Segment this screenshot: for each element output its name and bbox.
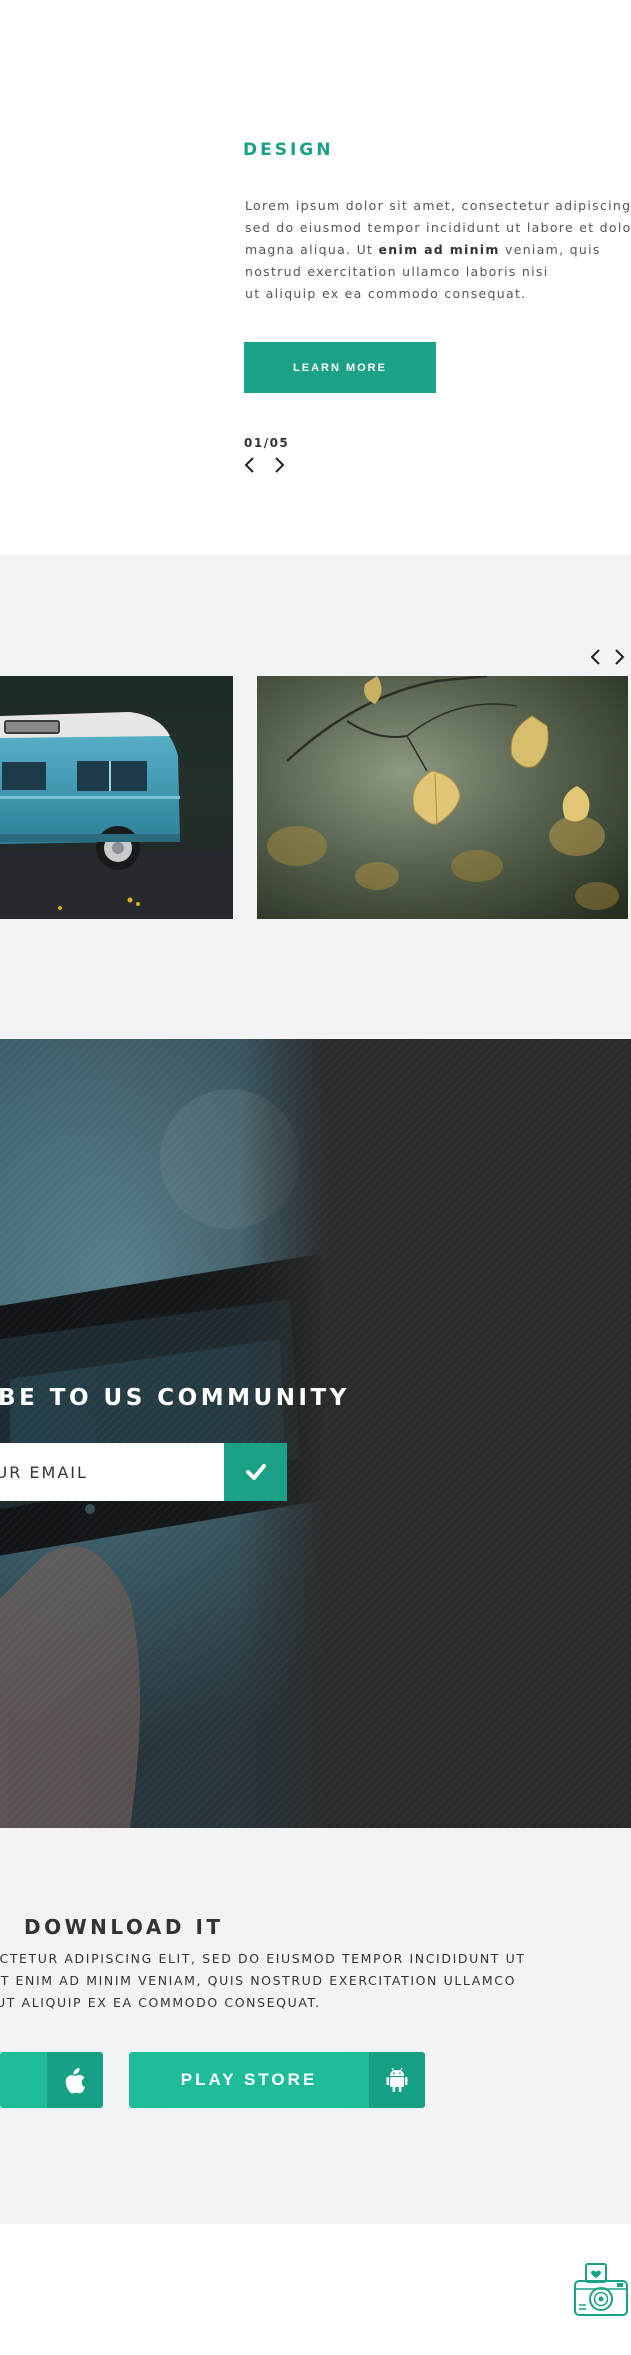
gallery-next-arrow[interactable] bbox=[612, 647, 628, 667]
subscribe-form bbox=[0, 1443, 287, 1501]
bold-text: enim ad minim bbox=[378, 242, 500, 257]
apple-icon bbox=[65, 2068, 85, 2094]
design-section: DESIGN Lorem ipsum dolor sit amet, conse… bbox=[0, 0, 631, 555]
chevron-right-icon bbox=[615, 649, 625, 665]
play-store-button[interactable]: PLAY STORE bbox=[129, 2052, 425, 2108]
slide-counter: 01/05 bbox=[244, 436, 290, 450]
text-fragment: magna aliqua. Ut bbox=[245, 242, 379, 257]
prev-slide-arrow[interactable] bbox=[241, 455, 257, 475]
play-store-label: PLAY STORE bbox=[129, 2052, 369, 2108]
van-image bbox=[0, 676, 233, 919]
design-description: Lorem ipsum dolor sit amet, consectetur … bbox=[245, 195, 631, 305]
gallery-prev-arrow[interactable] bbox=[587, 647, 603, 667]
chevron-right-icon bbox=[275, 457, 285, 473]
download-description: ECTETUR ADIPISCING ELIT, SED DO EIUSMOD … bbox=[0, 1948, 550, 2014]
app-store-label bbox=[0, 2052, 47, 2108]
leaves-image bbox=[257, 676, 628, 919]
learn-more-button[interactable]: LEARN MORE bbox=[244, 342, 436, 393]
footer-section bbox=[0, 2224, 631, 2355]
design-text-line-1: Lorem ipsum dolor sit amet, consectetur … bbox=[245, 198, 631, 213]
design-title: DESIGN bbox=[243, 140, 334, 160]
next-slide-arrow[interactable] bbox=[272, 455, 288, 475]
autumn-leaves-photo[interactable] bbox=[257, 676, 628, 919]
subscribe-submit-button[interactable] bbox=[224, 1443, 287, 1501]
checkmark-icon bbox=[245, 1464, 266, 1480]
download-text-line-1: ECTETUR ADIPISCING ELIT, SED DO EIUSMOD … bbox=[0, 1951, 526, 1966]
download-text-line-2: UT ENIM AD MINIM VENIAM, QUIS NOSTRUD EX… bbox=[0, 1973, 517, 1988]
download-section: DOWNLOAD IT ECTETUR ADIPISCING ELIT, SED… bbox=[0, 1828, 631, 2224]
email-input[interactable] bbox=[0, 1443, 224, 1501]
camera-logo-icon bbox=[574, 2263, 628, 2316]
design-text-line-3: magna aliqua. Ut enim ad minim veniam, q… bbox=[245, 239, 631, 261]
subscribe-section: IBE TO US COMMUNITY bbox=[0, 1039, 631, 1828]
van-photo[interactable] bbox=[0, 676, 233, 919]
app-store-icon-wrap bbox=[47, 2052, 103, 2108]
design-text-line-4: nostrud exercitation ullamco laboris nis… bbox=[245, 264, 549, 279]
app-store-button[interactable] bbox=[0, 2052, 103, 2108]
play-store-icon-wrap bbox=[369, 2052, 425, 2108]
chevron-left-icon bbox=[590, 649, 600, 665]
phone-photo-background bbox=[0, 1039, 631, 1828]
design-text-line-5: ut aliquip ex ea commodo consequat. bbox=[245, 286, 527, 301]
gallery-section bbox=[0, 555, 631, 1039]
download-title: DOWNLOAD IT bbox=[24, 1915, 224, 1939]
design-text-line-2: sed do eiusmod tempor incididunt ut labo… bbox=[245, 220, 631, 235]
subscribe-heading: IBE TO US COMMUNITY bbox=[0, 1385, 350, 1411]
download-text-line-3: UT ALIQUIP EX EA COMMODO CONSEQUAT. bbox=[0, 1995, 321, 2010]
android-icon bbox=[386, 2067, 408, 2092]
text-fragment: veniam, quis bbox=[499, 242, 601, 257]
chevron-left-icon bbox=[244, 457, 254, 473]
